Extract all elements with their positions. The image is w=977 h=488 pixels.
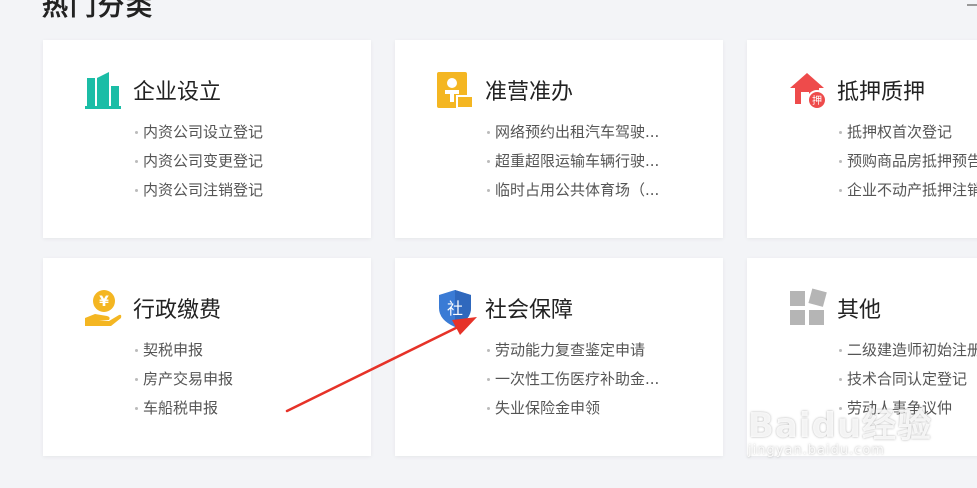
house-mortgage-icon: 押 (787, 70, 827, 110)
card-title: 企业设立 (133, 80, 222, 105)
list-item[interactable]: 临时占用公共体育场（... (487, 176, 717, 205)
watermark-logo: Baidu经验 (748, 406, 933, 446)
list-item[interactable]: 内资公司注销登记 (135, 176, 365, 205)
card-title: 行政缴费 (133, 298, 222, 323)
grid-icon (787, 288, 827, 328)
list-item[interactable]: 内资公司变更登记 (135, 147, 365, 176)
card-header[interactable]: 企业设立 (83, 70, 221, 110)
category-card-permit[interactable]: 准营准办 网络预约出租汽车驾驶... 超重超限运输车辆行驶... 临时占用公共体… (395, 40, 723, 238)
card-title: 社会保障 (485, 298, 574, 323)
building-icon (83, 70, 123, 110)
list-item[interactable]: 失业保险金申领 (487, 394, 717, 423)
card-header[interactable]: 社 社会保障 (435, 288, 573, 328)
list-item[interactable]: 契税申报 (135, 336, 365, 365)
card-header[interactable]: ¥ 行政缴费 (83, 288, 221, 328)
baidu-watermark: Baidu经验 jingyan.baidu.com (748, 398, 932, 458)
list-item[interactable]: 房产交易申报 (135, 365, 365, 394)
category-card-social-security[interactable]: 社 社会保障 劳动能力复查鉴定申请 一次性工伤医疗补助金... 失业保险金申领 (395, 258, 723, 456)
more-link[interactable] (967, 0, 977, 6)
category-card-enterprise[interactable]: 企业设立 内资公司设立登记 内资公司变更登记 内资公司注销登记 (43, 40, 371, 238)
list-item[interactable]: 劳动能力复查鉴定申请 (487, 336, 717, 365)
category-card-mortgage[interactable]: 押 抵押质押 抵押权首次登记 预购商品房抵押预告 企业不动产抵押注销 (747, 40, 977, 238)
list-item[interactable]: 内资公司设立登记 (135, 118, 365, 147)
item-list: 抵押权首次登记 预购商品房抵押预告 企业不动产抵押注销 (839, 118, 977, 205)
card-header[interactable]: 准营准办 (435, 70, 573, 110)
list-item[interactable]: 技术合同认定登记 (839, 365, 977, 394)
card-header[interactable]: 其他 (787, 288, 881, 328)
mortgage-icon-label: 押 (812, 94, 822, 107)
card-header[interactable]: 押 抵押质押 (787, 70, 925, 110)
list-item[interactable]: 超重超限运输车辆行驶... (487, 147, 717, 176)
list-item[interactable]: 预购商品房抵押预告 (839, 147, 977, 176)
shield-icon: 社 (435, 288, 475, 328)
card-title: 抵押质押 (837, 80, 926, 105)
item-list: 契税申报 房产交易申报 车船税申报 (135, 336, 365, 423)
shield-label: 社 (447, 299, 463, 318)
item-list: 内资公司设立登记 内资公司变更登记 内资公司注销登记 (135, 118, 365, 205)
section-title: 热门分类 (42, 0, 155, 22)
card-title: 准营准办 (485, 80, 574, 105)
coin-hand-icon: ¥ (83, 288, 123, 328)
coin-symbol: ¥ (99, 294, 109, 310)
list-item[interactable]: 车船税申报 (135, 394, 365, 423)
list-item[interactable]: 一次性工伤医疗补助金... (487, 365, 717, 394)
item-list: 劳动能力复查鉴定申请 一次性工伤医疗补助金... 失业保险金申领 (487, 336, 717, 423)
card-title: 其他 (837, 298, 882, 323)
page: 热门分类 企业设立 内资公司设立登记 内资公司变更登记 内资公司注销登记 准营准… (0, 0, 977, 488)
list-item[interactable]: 抵押权首次登记 (839, 118, 977, 147)
category-card-payment[interactable]: ¥ 行政缴费 契税申报 房产交易申报 车船税申报 (43, 258, 371, 456)
list-item[interactable]: 企业不动产抵押注销 (839, 176, 977, 205)
license-icon (435, 70, 475, 110)
list-item[interactable]: 网络预约出租汽车驾驶... (487, 118, 717, 147)
list-item[interactable]: 二级建造师初始注册 (839, 336, 977, 365)
item-list: 网络预约出租汽车驾驶... 超重超限运输车辆行驶... 临时占用公共体育场（..… (487, 118, 717, 205)
